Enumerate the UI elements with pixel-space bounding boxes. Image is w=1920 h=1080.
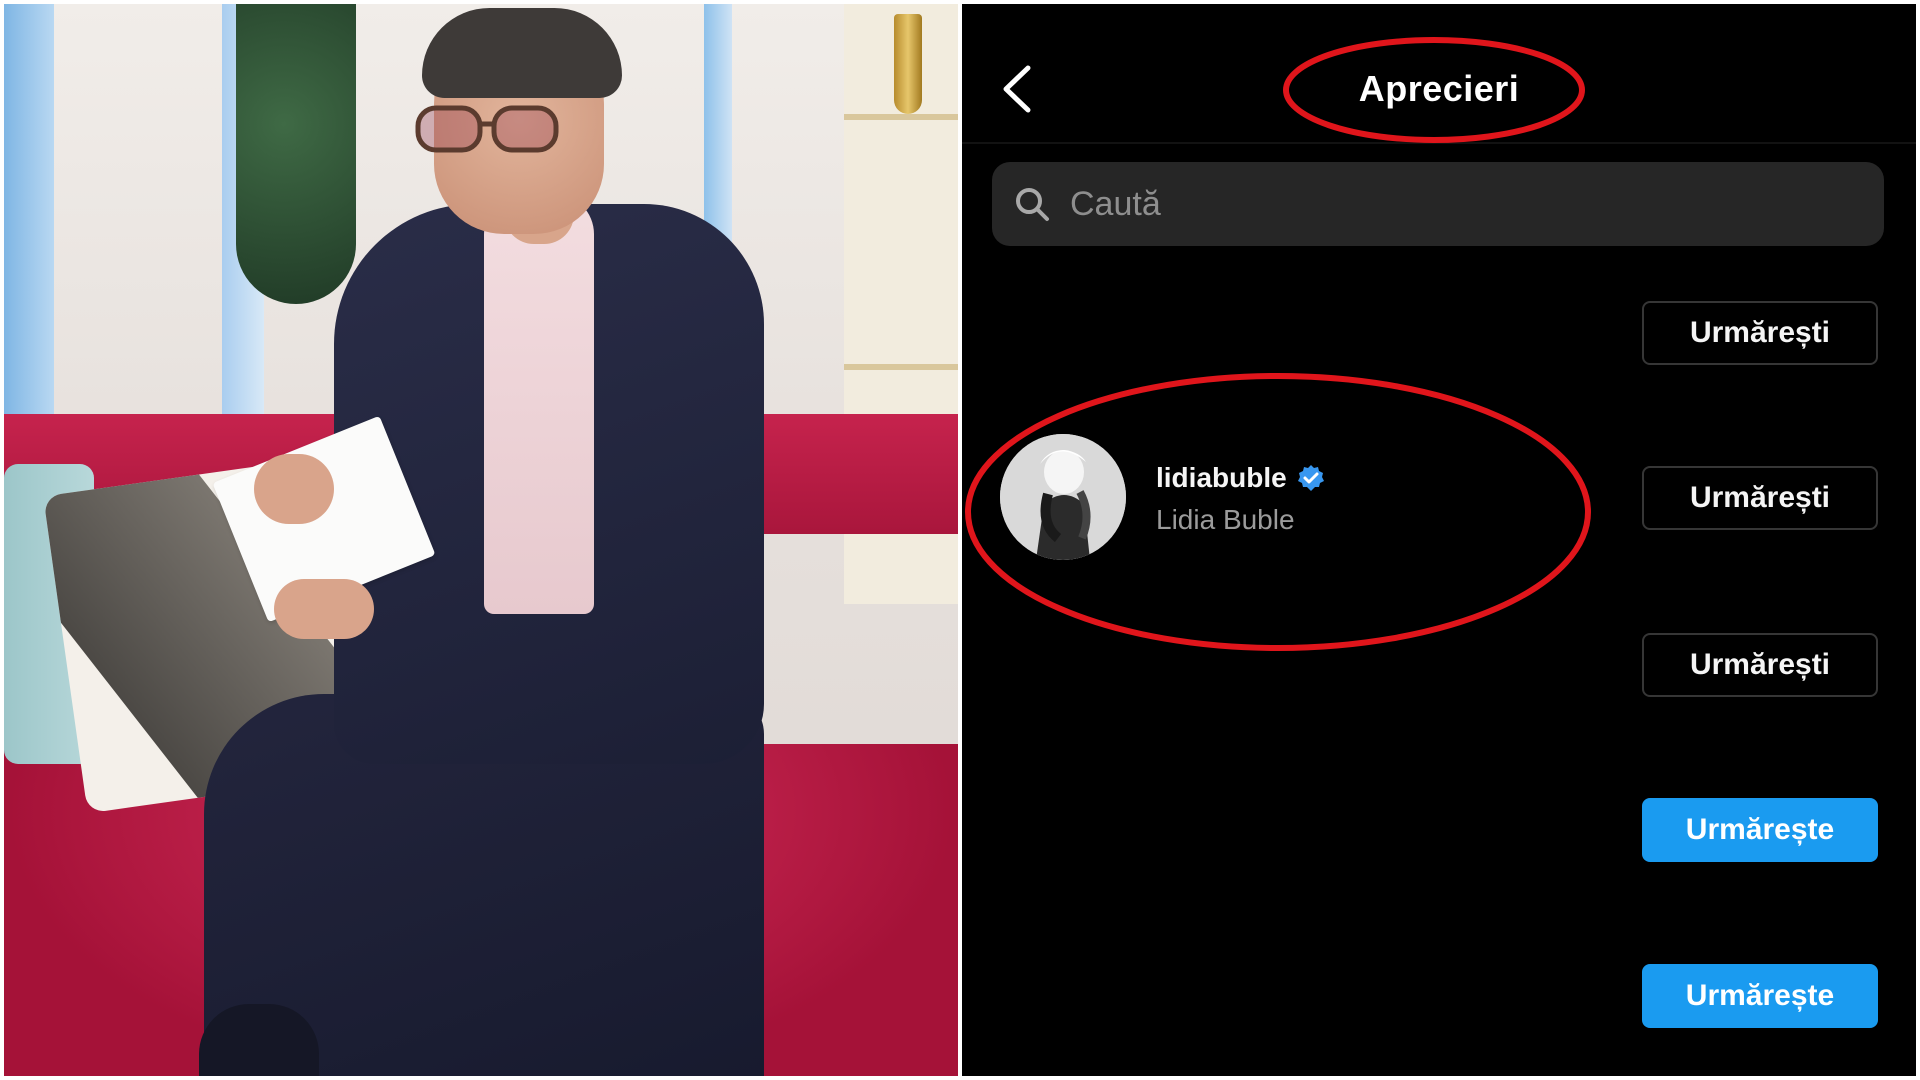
list-item[interactable]: lidiabuble Lidia Buble Urmărești: [962, 434, 1916, 564]
profile-photo: [1000, 434, 1126, 560]
following-button[interactable]: Urmărești: [1642, 633, 1878, 697]
gold-vase: [894, 14, 922, 114]
man-hand: [274, 579, 374, 639]
follow-button[interactable]: Urmărește: [1642, 964, 1878, 1028]
username-text: lidiabuble: [1156, 462, 1287, 493]
list-item: Urmărești: [962, 601, 1916, 731]
shelf-board: [844, 364, 958, 370]
list-item: Urmărește: [962, 766, 1916, 896]
avatar[interactable]: [1000, 434, 1126, 560]
blue-light-panel: [4, 4, 54, 424]
likes-screen: Aprecieri Urmărești lidiabuble: [962, 4, 1916, 1076]
full-name: Lidia Buble: [1156, 504, 1295, 535]
search-icon: [1016, 188, 1049, 221]
username[interactable]: lidiabuble: [1156, 462, 1325, 494]
list-item: Urmărește: [962, 932, 1916, 1062]
shelf-board: [844, 114, 958, 120]
follow-button[interactable]: Urmărește: [1642, 798, 1878, 862]
green-window-decor: [236, 4, 356, 304]
header-divider: [962, 142, 1916, 144]
search-bar[interactable]: [992, 162, 1884, 246]
list-item: Urmărești: [962, 269, 1916, 399]
man-shirt: [484, 194, 594, 614]
following-button[interactable]: Urmărești: [1642, 301, 1878, 365]
page-title: Aprecieri: [1358, 68, 1520, 109]
tv-show-photo: [4, 4, 958, 1076]
man-hair: [422, 8, 622, 98]
man-shoe: [199, 1004, 319, 1076]
glasses-icon: [415, 105, 559, 153]
verified-badge-icon: [1297, 465, 1324, 491]
following-button[interactable]: Urmărești: [1642, 466, 1878, 530]
man-hand: [254, 454, 334, 524]
search-input[interactable]: [1068, 183, 1852, 225]
